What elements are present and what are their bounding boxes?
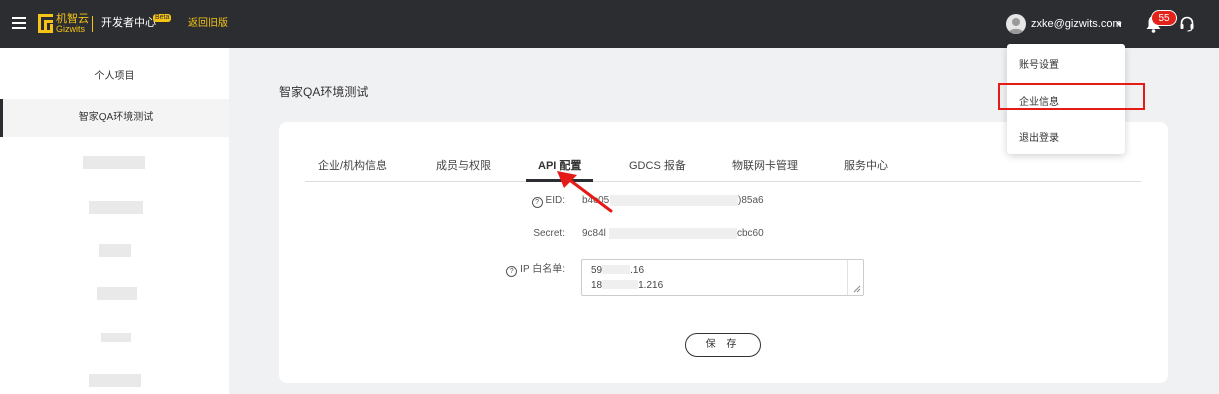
gizwits-logo-icon[interactable] (38, 14, 53, 33)
logo-divider (92, 16, 93, 32)
logo-text-en: Gizwits (56, 24, 85, 34)
help-icon[interactable]: ? (531, 197, 543, 208)
tab-enterprise-info[interactable]: 企业/机构信息 (318, 159, 387, 173)
top-bar: 机智云 Gizwits 开发者中心 Beta 返回旧版 zxke@gizwits… (0, 0, 1219, 48)
dev-center-title: 开发者中心 (101, 17, 156, 29)
secret-value: 9c84l (582, 228, 606, 239)
ip-entry: 18 1.216 (591, 280, 664, 291)
page-title: 智家QA环境测试 (279, 85, 369, 99)
secret-label: Secret: (533, 228, 565, 239)
resize-grip-icon[interactable] (853, 285, 861, 293)
eid-value-suffix: )85a6 (738, 195, 764, 206)
secret-redaction (609, 228, 737, 239)
redacted-project-item[interactable] (89, 201, 143, 214)
sidebar-item-active-project[interactable]: 智家QA环境测试 (0, 99, 229, 137)
tab-gdcs-report[interactable]: GDCS 报备 (629, 159, 686, 173)
tab-members-permissions[interactable]: 成员与权限 (436, 159, 491, 173)
redacted-project-item[interactable] (99, 244, 131, 257)
tab-service-center[interactable]: 服务中心 (844, 159, 888, 173)
tab-iot-card-management[interactable]: 物联网卡管理 (732, 159, 798, 173)
menu-item-logout[interactable]: 退出登录 (1019, 129, 1059, 144)
annotation-arrow (557, 171, 613, 213)
redacted-project-item[interactable] (83, 156, 145, 169)
chevron-down-icon[interactable]: ▾ (1117, 18, 1122, 30)
user-icon (1008, 18, 1024, 34)
headset-icon[interactable] (1179, 16, 1195, 32)
content-card: 企业/机构信息 成员与权限 API 配置 GDCS 报备 物联网卡管理 服务中心… (279, 122, 1168, 383)
redacted-project-item[interactable] (101, 333, 131, 342)
avatar[interactable] (1006, 14, 1026, 34)
ip-whitelist-label: ? IP 白名单: (506, 260, 565, 277)
beta-badge: Beta (153, 14, 172, 22)
ip-whitelist-textarea[interactable]: 59.16 18 1.216 (581, 259, 864, 296)
user-email[interactable]: zxke@gizwits.com (1031, 17, 1122, 31)
redacted-project-item[interactable] (89, 374, 141, 387)
menu-item-account-settings[interactable]: 账号设置 (1019, 56, 1059, 71)
sidebar-item-personal-projects[interactable]: 个人项目 (0, 67, 229, 82)
eid-redaction (610, 195, 738, 206)
secret-value-suffix: cbc60 (737, 228, 764, 239)
help-icon[interactable]: ? (506, 266, 518, 277)
save-button[interactable]: 保 存 (685, 333, 761, 357)
menu-icon[interactable] (12, 17, 26, 29)
redacted-project-item[interactable] (97, 287, 137, 300)
notification-count-badge: 55 (1151, 10, 1177, 26)
tab-divider (305, 181, 1141, 182)
sidebar: 个人项目 智家QA环境测试 (0, 48, 229, 394)
ip-entry: 59.16 (591, 265, 645, 276)
annotation-highlight-box (998, 83, 1145, 110)
back-old-version-link[interactable]: 返回旧版 (188, 17, 228, 30)
